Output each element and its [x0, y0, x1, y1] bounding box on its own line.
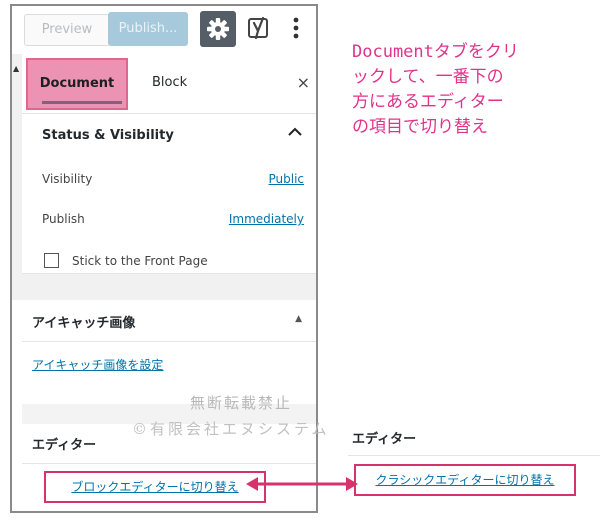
- annotation-line-1: Documentタブをクリ: [352, 42, 519, 62]
- double-arrow-icon: [246, 477, 358, 491]
- settings-button[interactable]: [200, 11, 236, 47]
- active-tab-indicator: [42, 101, 122, 104]
- annotation-line-4: の項目で切り替え: [352, 117, 488, 137]
- chevron-up-icon[interactable]: [288, 126, 302, 140]
- editor-title: エディター: [32, 438, 97, 453]
- switch-to-classic-editor-link[interactable]: クラシックエディターに切り替え: [354, 464, 576, 496]
- annotation-note: Documentタブをクリ ックして、一番下の 方にあるエディター の項目で切り…: [352, 40, 592, 140]
- stick-front-page-checkbox[interactable]: [44, 253, 59, 268]
- scroll-up-icon[interactable]: ▲: [13, 64, 19, 73]
- visibility-label: Visibility: [42, 172, 93, 186]
- annotation-line-3: 方にあるエディター: [352, 92, 504, 112]
- yoast-icon: [248, 16, 268, 40]
- annotation-line-2: ックして、一番下の: [352, 67, 504, 87]
- publish-date-link[interactable]: Immediately: [229, 212, 304, 226]
- panel-gap: [12, 274, 316, 300]
- top-toolbar: Preview Publish...: [12, 6, 316, 54]
- scroll-strip: [12, 54, 22, 274]
- preview-button[interactable]: Preview: [24, 14, 110, 46]
- publish-label: Publish: [42, 212, 85, 226]
- tab-block[interactable]: Block: [152, 58, 187, 108]
- tab-document-label: Document: [39, 76, 115, 91]
- switch-to-block-editor-link[interactable]: ブロックエディターに切り替え: [44, 471, 266, 503]
- featured-image-header[interactable]: アイキャッチ画像 ▲: [22, 300, 316, 342]
- more-options-button[interactable]: [284, 14, 308, 42]
- sidebar-tabs: Document Block ×: [22, 56, 316, 114]
- watermark-line-2: ©有限会社エヌシステム: [132, 420, 330, 438]
- publish-button[interactable]: Publish...: [108, 12, 188, 46]
- editor-title-classic: エディター: [352, 432, 417, 447]
- featured-image-title: アイキャッチ画像: [32, 316, 136, 331]
- gear-icon: [207, 18, 229, 40]
- triangle-up-icon: ▲: [295, 314, 302, 324]
- editor-header-classic: エディター: [348, 416, 600, 456]
- status-visibility-panel: Status & Visibility Visibility Public Pu…: [22, 116, 316, 274]
- stick-front-page-label: Stick to the Front Page: [72, 254, 208, 268]
- set-featured-image-link[interactable]: アイキャッチ画像を設定: [32, 356, 163, 373]
- tab-document[interactable]: Document: [26, 58, 128, 110]
- editor-panel-classic: エディター クラシックエディターに切り替え: [348, 416, 600, 516]
- featured-image-panel: アイキャッチ画像 ▲ アイキャッチ画像を設定: [22, 300, 316, 404]
- watermark-line-1: 無断転載禁止: [190, 394, 293, 412]
- visibility-link[interactable]: Public: [268, 172, 304, 186]
- more-vertical-icon: [293, 17, 299, 39]
- status-visibility-title[interactable]: Status & Visibility: [42, 128, 174, 143]
- yoast-button[interactable]: [246, 14, 274, 42]
- close-sidebar-button[interactable]: ×: [297, 58, 310, 108]
